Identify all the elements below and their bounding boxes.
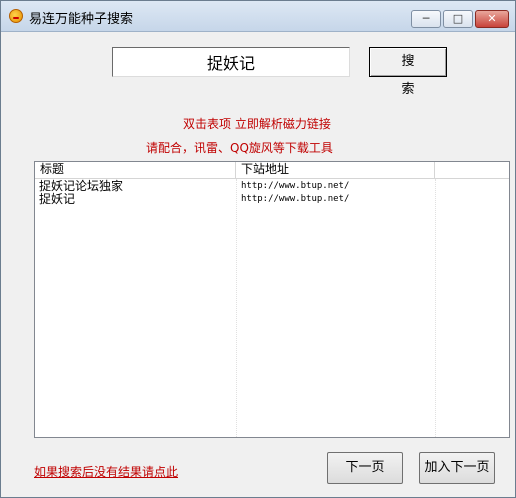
results-table[interactable]: 标题 下站地址 捉妖记论坛独家 http://www.btup.net/ 捉妖记… xyxy=(34,161,510,438)
cell-url: http://www.btup.net/ xyxy=(241,194,350,204)
cell-url: http://www.btup.net/ xyxy=(241,181,350,191)
column-divider xyxy=(236,179,237,437)
hint-double-click: 双击表项 立即解析磁力链接 xyxy=(183,117,331,131)
minimize-button[interactable]: ─ xyxy=(411,10,441,28)
title-bar: 易连万能种子搜索 ─ □ ✕ xyxy=(1,1,515,32)
column-header-empty[interactable] xyxy=(435,162,509,178)
main-window: 易连万能种子搜索 ─ □ ✕ 搜 索 双击表项 立即解析磁力链接 请配合，讯雷、… xyxy=(0,0,516,498)
column-header-url[interactable]: 下站地址 xyxy=(236,162,435,178)
hint-download-tools: 请配合，讯雷、QQ旋风等下载工具 xyxy=(146,141,333,155)
close-button[interactable]: ✕ xyxy=(475,10,509,28)
window-title: 易连万能种子搜索 xyxy=(29,12,134,27)
cell-title: 捉妖记 xyxy=(39,192,76,206)
column-header-title[interactable]: 标题 xyxy=(35,162,236,178)
app-logo-icon xyxy=(9,9,23,23)
column-divider xyxy=(435,179,436,437)
table-row[interactable]: 捉妖记论坛独家 http://www.btup.net/ xyxy=(35,180,509,193)
search-input[interactable] xyxy=(112,47,350,77)
search-button[interactable]: 搜 索 xyxy=(369,47,447,97)
add-next-page-button[interactable]: 加入下一页 xyxy=(419,452,495,484)
maximize-button[interactable]: □ xyxy=(443,10,473,28)
no-result-link[interactable]: 如果搜索后没有结果请点此 xyxy=(34,463,178,480)
table-row[interactable]: 捉妖记 http://www.btup.net/ xyxy=(35,193,509,206)
next-page-button[interactable]: 下一页 xyxy=(327,452,403,484)
table-header: 标题 下站地址 xyxy=(35,162,509,179)
